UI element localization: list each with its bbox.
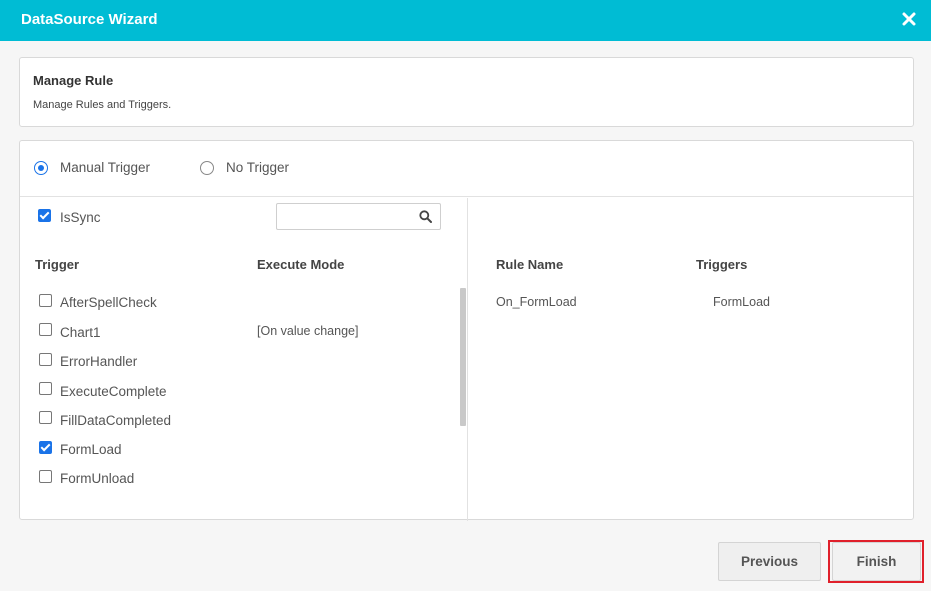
dialog-title: DataSource Wizard [21, 11, 158, 28]
trigger-list-scrollbar[interactable] [460, 288, 466, 426]
trigger-checkbox[interactable] [39, 294, 52, 307]
trigger-mode-group: Manual Trigger No Trigger [20, 141, 913, 197]
issync-checkbox[interactable] [38, 209, 51, 222]
manual-trigger-radio[interactable] [34, 161, 48, 175]
execute-mode-column-header: Execute Mode [257, 257, 345, 272]
trigger-name: FillDataCompleted [60, 413, 172, 428]
trigger-checkbox[interactable] [39, 382, 52, 395]
trigger-checkbox[interactable] [39, 353, 52, 366]
trigger-column-header: Trigger [35, 257, 80, 272]
manual-trigger-label[interactable]: Manual Trigger [60, 160, 150, 175]
finish-highlight-box [828, 540, 924, 583]
trigger-name: ErrorHandler [60, 354, 138, 369]
header-panel: Manage Rule Manage Rules and Triggers. [19, 57, 914, 127]
trigger-name: FormUnload [60, 471, 135, 486]
trigger-checkbox[interactable] [39, 411, 52, 424]
trigger-execute-mode: [On value change] [257, 324, 359, 338]
issync-label[interactable]: IsSync [60, 210, 101, 225]
column-divider [467, 198, 468, 521]
no-trigger-label[interactable]: No Trigger [226, 160, 289, 175]
previous-button[interactable]: Previous [718, 542, 821, 581]
rule-triggers-cell: FormLoad [713, 295, 770, 309]
trigger-name: Chart1 [60, 325, 101, 340]
dialog-titlebar: DataSource Wizard [0, 0, 931, 41]
trigger-checkbox[interactable] [39, 470, 52, 483]
triggers-column-header: Triggers [696, 257, 748, 272]
trigger-name: FormLoad [60, 442, 122, 457]
rule-name-column-header: Rule Name [496, 257, 564, 272]
section-title: Manage Rule [33, 73, 114, 88]
rules-panel: Manual Trigger No Trigger IsSync Trigger… [19, 140, 914, 521]
trigger-name: ExecuteComplete [60, 384, 167, 399]
no-trigger-radio[interactable] [200, 161, 214, 175]
rule-name-cell[interactable]: On_FormLoad [496, 295, 577, 309]
search-icon[interactable] [419, 210, 432, 223]
trigger-checkbox[interactable] [39, 323, 52, 336]
section-subtitle: Manage Rules and Triggers. [33, 99, 172, 111]
search-input[interactable] [277, 204, 415, 229]
trigger-search[interactable] [276, 203, 441, 230]
trigger-name: AfterSpellCheck [60, 295, 157, 310]
trigger-checkbox[interactable] [39, 441, 52, 454]
close-icon[interactable] [901, 11, 917, 27]
